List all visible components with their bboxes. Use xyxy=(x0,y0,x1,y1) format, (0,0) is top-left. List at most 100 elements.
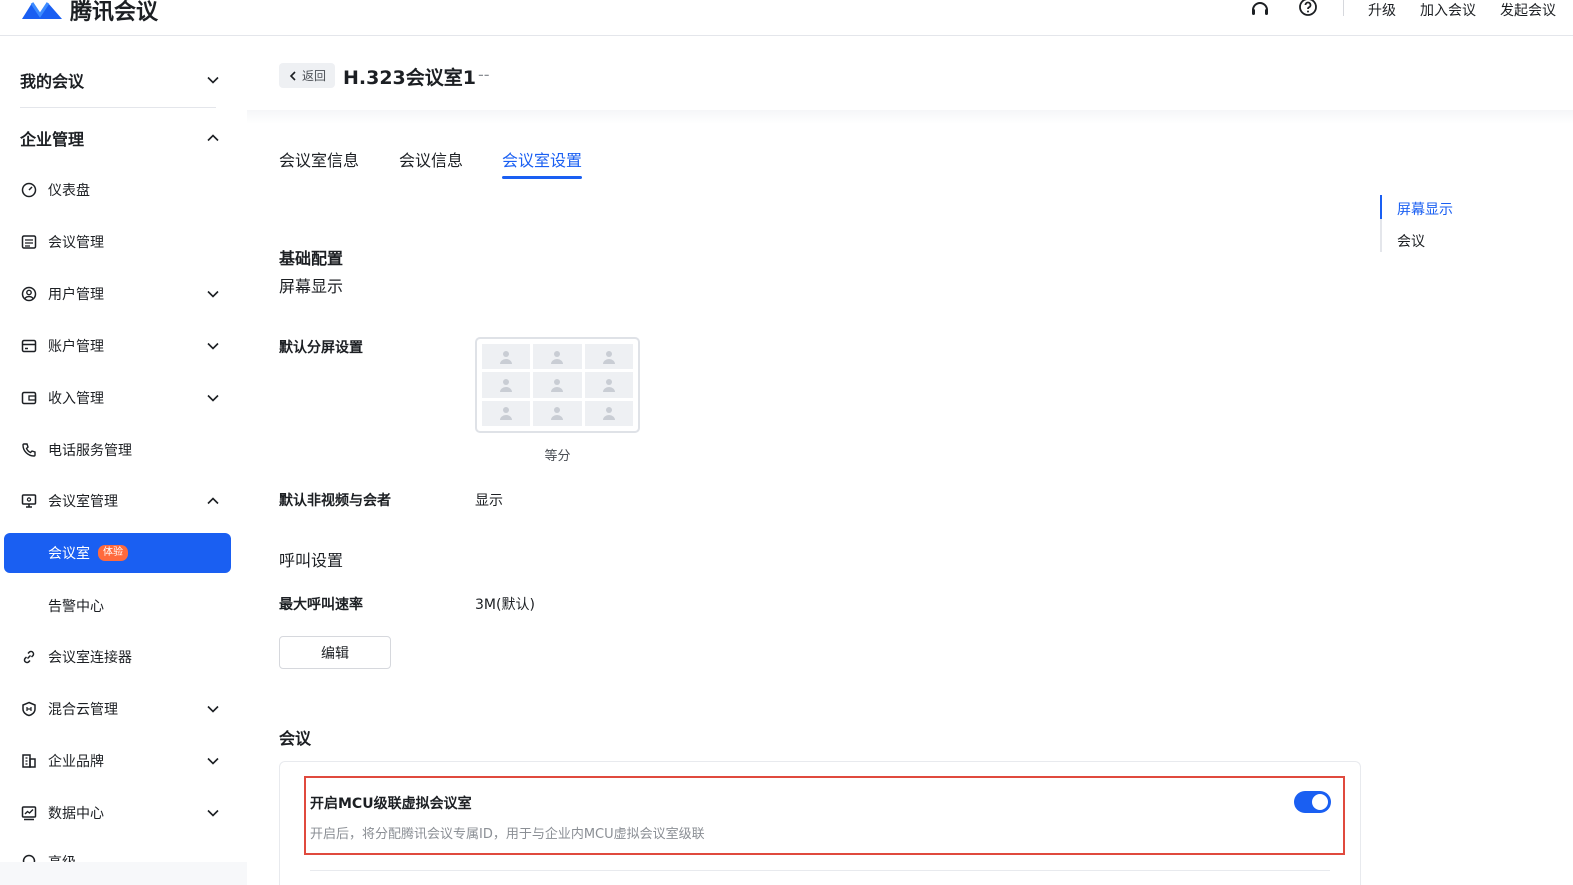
sidebar: 我的会议 企业管理 仪表盘 会议管理 用户管理 账户管理 收入管理 电话服务管理… xyxy=(0,37,247,885)
non-video-value: 显示 xyxy=(475,493,503,509)
person-icon xyxy=(500,407,513,421)
back-button-label: 返回 xyxy=(301,69,326,83)
sidebar-item-enterprise-brand[interactable]: 企业品牌 xyxy=(20,750,220,772)
section-basic-config: 基础配置 xyxy=(279,249,344,268)
sidebar-item-account-management[interactable]: 账户管理 xyxy=(20,335,220,357)
building-icon xyxy=(22,754,36,768)
sidebar-item-label: 企业品牌 xyxy=(48,754,104,770)
anchor-active-indicator xyxy=(1380,195,1382,219)
chevron-down-icon xyxy=(207,394,219,402)
max-rate-value: 3M(默认) xyxy=(475,597,535,613)
edit-button[interactable]: 编辑 xyxy=(279,636,391,669)
default-split-label: 默认分屏设置 xyxy=(279,340,363,356)
sidebar-item-label: 会议室连接器 xyxy=(48,650,132,666)
person-icon xyxy=(551,407,564,421)
card-divider xyxy=(310,870,1330,871)
headset-icon[interactable] xyxy=(1249,0,1271,20)
sidebar-item-income-management[interactable]: 收入管理 xyxy=(20,387,220,409)
sidebar-item-label: 会议室管理 xyxy=(48,494,118,510)
link-icon xyxy=(23,650,35,664)
person-icon xyxy=(500,350,513,364)
person-icon xyxy=(602,407,615,421)
help-icon[interactable] xyxy=(1297,0,1319,20)
person-icon xyxy=(602,350,615,364)
person-icon xyxy=(602,378,615,392)
chevron-down-icon xyxy=(207,76,219,84)
page-title: H.323会议室1 xyxy=(343,67,477,89)
sidebar-item-phone-service[interactable]: 电话服务管理 xyxy=(20,439,220,461)
chevron-up-icon xyxy=(207,497,219,505)
app-name: 腾讯会议 xyxy=(70,0,159,25)
subsection-screen-display: 屏幕显示 xyxy=(279,277,344,296)
user-icon xyxy=(21,286,37,302)
sidebar-item-room-connector[interactable]: 会议室连接器 xyxy=(20,646,220,668)
split-layout-option[interactable] xyxy=(475,337,640,433)
tab-meeting-info[interactable]: 会议信息 xyxy=(399,147,463,171)
header-shade xyxy=(247,110,1573,124)
sidebar-item-room[interactable]: 会议室 体验 xyxy=(4,533,231,573)
shield-icon xyxy=(22,701,36,717)
mcu-setting-title: 开启MCU级联虚拟会议室 xyxy=(310,796,472,812)
mcu-setting-highlight xyxy=(304,776,1345,855)
sidebar-item-label: 数据中心 xyxy=(48,806,104,822)
card-icon xyxy=(21,339,37,353)
sidebar-item-dashboard[interactable]: 仪表盘 xyxy=(20,179,220,201)
tab-room-settings[interactable]: 会议室设置 xyxy=(502,147,582,171)
top-bar: 腾讯会议 升级 加入会议 发起会议 xyxy=(0,0,1573,36)
start-meeting-link[interactable]: 发起会议 xyxy=(1500,0,1556,20)
tab-active-indicator xyxy=(502,176,582,179)
tab-room-info[interactable]: 会议室信息 xyxy=(279,147,359,171)
sidebar-item-label: 收入管理 xyxy=(48,391,104,407)
section-meeting: 会议 xyxy=(279,729,312,748)
mcu-toggle-switch[interactable] xyxy=(1294,791,1331,813)
chevron-down-icon xyxy=(207,757,219,765)
phone-icon xyxy=(22,443,36,457)
sidebar-item-label: 会议管理 xyxy=(48,235,104,251)
edit-button-label: 编辑 xyxy=(321,645,349,662)
sidebar-section-my-meetings[interactable]: 我的会议 xyxy=(20,68,220,92)
chevron-up-icon xyxy=(207,134,219,142)
sidebar-item-label: 电话服务管理 xyxy=(48,443,132,459)
wallet-icon xyxy=(21,391,37,405)
chevron-left-icon xyxy=(289,70,296,81)
chevron-down-icon xyxy=(207,705,219,713)
sidebar-section-enterprise[interactable]: 企业管理 xyxy=(20,126,220,150)
page-title-suffix: -- xyxy=(478,65,490,84)
sidebar-item-label: 账户管理 xyxy=(48,339,104,355)
sidebar-item-data-center[interactable]: 数据中心 xyxy=(20,802,220,824)
sidebar-item-room-management[interactable]: 会议室管理 xyxy=(20,490,220,512)
monitor-icon xyxy=(21,494,37,508)
app-logo[interactable]: 腾讯会议 xyxy=(20,0,158,26)
max-rate-label: 最大呼叫速率 xyxy=(279,597,363,613)
mcu-setting-description: 开启后，将分配腾讯会议专属ID，用于与企业内MCU虚拟会议室级联 xyxy=(310,827,705,842)
sidebar-item-alarm-center[interactable]: 告警中心 xyxy=(48,596,104,616)
sidebar-divider xyxy=(20,107,216,108)
sidebar-footer xyxy=(0,862,247,885)
person-icon xyxy=(551,350,564,364)
sidebar-item-meeting-management[interactable]: 会议管理 xyxy=(20,231,220,253)
anchor-meeting[interactable]: 会议 xyxy=(1397,231,1425,251)
subsection-call-settings: 呼叫设置 xyxy=(279,551,344,570)
non-video-label: 默认非视频与会者 xyxy=(279,493,391,509)
join-meeting-link[interactable]: 加入会议 xyxy=(1420,0,1476,20)
chevron-down-icon xyxy=(207,342,219,350)
sidebar-section-label: 企业管理 xyxy=(20,130,85,149)
chevron-down-icon xyxy=(207,809,219,817)
sidebar-item-label: 仪表盘 xyxy=(48,183,90,199)
tencent-meeting-logo-icon xyxy=(22,2,62,19)
list-icon xyxy=(21,235,37,249)
sidebar-item-user-management[interactable]: 用户管理 xyxy=(20,283,220,305)
chart-icon xyxy=(21,806,37,821)
sidebar-item-hybrid-cloud[interactable]: 混合云管理 xyxy=(20,698,220,720)
chevron-down-icon xyxy=(207,290,219,298)
sidebar-item-label: 会议室 xyxy=(48,546,90,562)
top-divider xyxy=(1343,0,1344,16)
dashboard-icon xyxy=(21,182,37,198)
upgrade-link[interactable]: 升级 xyxy=(1368,0,1396,20)
trial-badge: 体验 xyxy=(98,545,128,561)
sidebar-item-label: 混合云管理 xyxy=(48,702,118,718)
sidebar-section-label: 我的会议 xyxy=(20,72,85,91)
person-icon xyxy=(551,378,564,392)
back-button[interactable]: 返回 xyxy=(279,63,335,88)
anchor-screen-display[interactable]: 屏幕显示 xyxy=(1397,199,1453,219)
